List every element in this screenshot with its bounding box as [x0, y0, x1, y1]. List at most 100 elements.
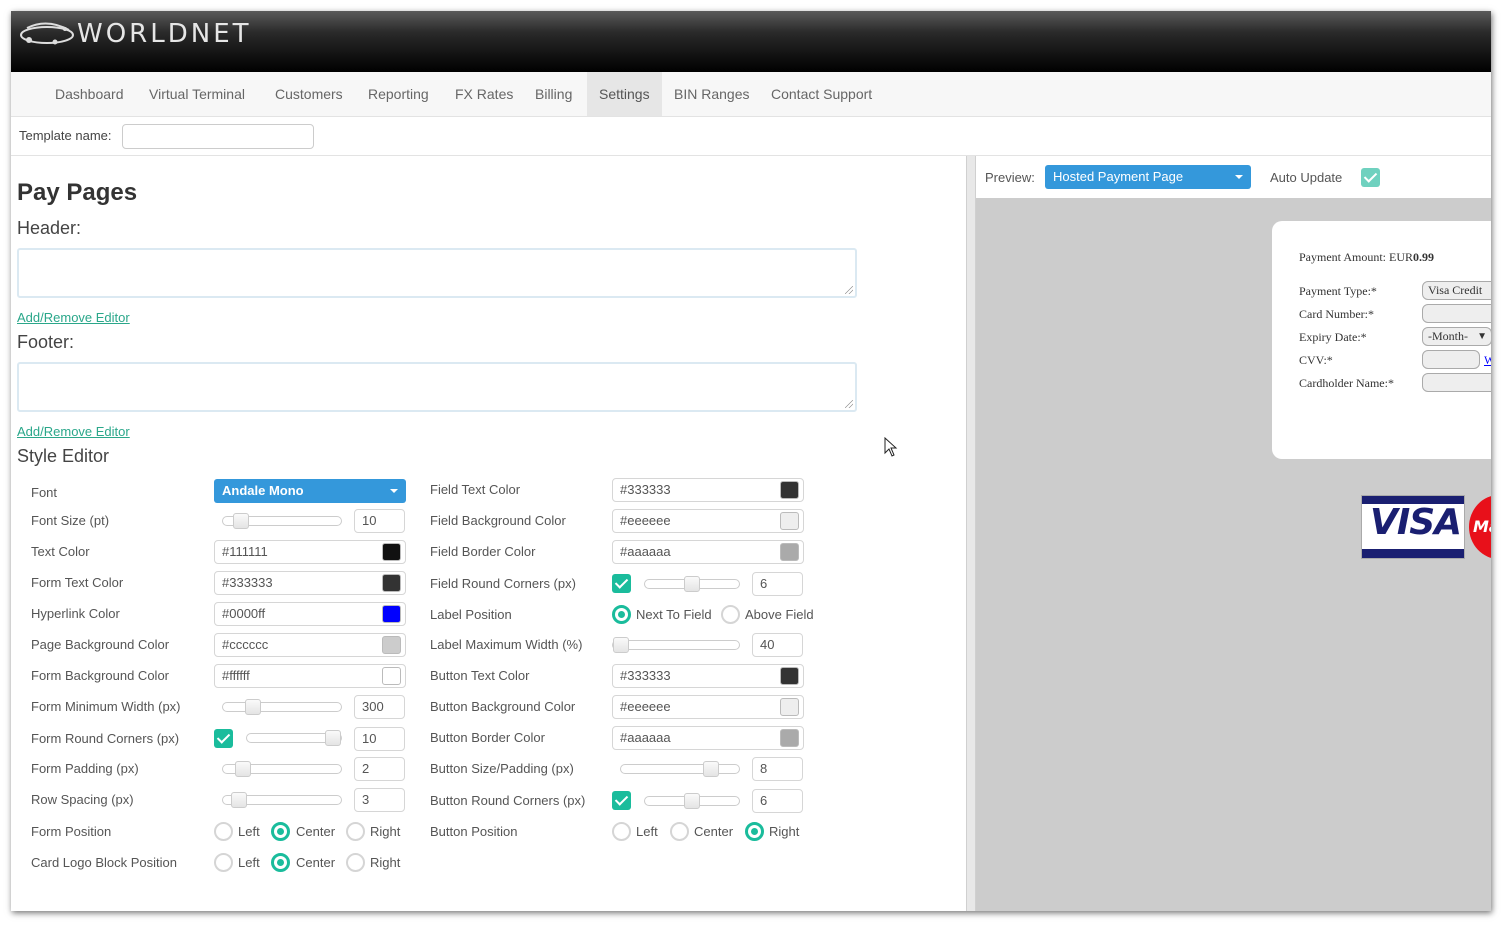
preview-page-select[interactable]: Hosted Payment Page: [1045, 165, 1251, 189]
nav-fx-rates[interactable]: FX Rates: [443, 72, 525, 116]
color-swatch[interactable]: [780, 698, 799, 716]
nav-reporting[interactable]: Reporting: [356, 72, 441, 116]
button-round-corners-slider[interactable]: [644, 793, 740, 809]
button-size-input[interactable]: 8: [752, 757, 803, 781]
label-position-above-label[interactable]: Above Field: [745, 607, 814, 622]
form-round-corners-slider[interactable]: [246, 730, 342, 746]
form-round-corners-checkbox[interactable]: [214, 729, 233, 748]
header-add-remove-editor-link[interactable]: Add/Remove Editor: [17, 310, 130, 325]
form-position-right-label[interactable]: Right: [370, 824, 400, 839]
field-round-corners-checkbox[interactable]: [612, 574, 631, 593]
slider-handle[interactable]: [233, 513, 249, 529]
form-position-center-radio[interactable]: [271, 822, 290, 841]
label-position-next-label[interactable]: Next To Field: [636, 607, 712, 622]
button-text-color-input[interactable]: #333333: [612, 664, 804, 688]
font-size-input[interactable]: 10: [354, 509, 405, 533]
color-swatch[interactable]: [780, 481, 799, 499]
button-round-corners-input[interactable]: 6: [752, 789, 803, 813]
slider-handle[interactable]: [703, 761, 719, 777]
field-round-corners-slider[interactable]: [644, 576, 740, 592]
cvv-input[interactable]: [1422, 350, 1480, 369]
nav-bin-ranges[interactable]: BIN Ranges: [662, 72, 761, 116]
card-logo-left-label[interactable]: Left: [238, 855, 260, 870]
slider-handle[interactable]: [613, 637, 629, 653]
button-position-center-label[interactable]: Center: [694, 824, 733, 839]
row-spacing-input[interactable]: 3: [354, 788, 405, 812]
button-border-color-input[interactable]: #aaaaaa: [612, 726, 804, 750]
label-max-width-slider[interactable]: [612, 637, 740, 653]
nav-virtual-terminal[interactable]: Virtual Terminal: [137, 72, 257, 116]
row-spacing-slider[interactable]: [222, 792, 342, 808]
form-bg-color-input[interactable]: #ffffff: [214, 664, 406, 688]
color-swatch[interactable]: [382, 574, 401, 592]
form-round-corners-input[interactable]: 10: [354, 727, 405, 751]
panel-splitter[interactable]: [966, 156, 976, 911]
card-logo-center-label[interactable]: Center: [296, 855, 335, 870]
nav-customers[interactable]: Customers: [263, 72, 355, 116]
button-bg-color-input[interactable]: #eeeeee: [612, 695, 804, 719]
form-position-left-radio[interactable]: [214, 822, 233, 841]
slider-handle[interactable]: [684, 576, 700, 592]
payment-type-select[interactable]: Visa Credit: [1422, 281, 1491, 300]
color-swatch[interactable]: [382, 605, 401, 623]
footer-add-remove-editor-link[interactable]: Add/Remove Editor: [17, 424, 130, 439]
slider-handle[interactable]: [245, 699, 261, 715]
button-position-left-radio[interactable]: [612, 822, 631, 841]
form-position-center-label[interactable]: Center: [296, 824, 335, 839]
card-logo-right-label[interactable]: Right: [370, 855, 400, 870]
button-position-right-radio[interactable]: [745, 822, 764, 841]
label-max-width-input[interactable]: 40: [752, 633, 803, 657]
resize-grip-icon[interactable]: [845, 400, 853, 408]
font-select[interactable]: Andale Mono: [214, 479, 406, 503]
field-bg-color-input[interactable]: #eeeeee: [612, 509, 804, 533]
form-position-left-label[interactable]: Left: [238, 824, 260, 839]
nav-settings[interactable]: Settings: [587, 72, 662, 116]
form-padding-slider[interactable]: [222, 761, 342, 777]
header-editor[interactable]: [17, 248, 857, 298]
card-number-input[interactable]: [1422, 304, 1491, 323]
brand-logo[interactable]: WORLDNET: [19, 19, 252, 49]
nav-contact-support[interactable]: Contact Support: [759, 72, 884, 116]
button-position-right-label[interactable]: Right: [769, 824, 799, 839]
field-round-corners-input[interactable]: 6: [752, 572, 803, 596]
page-bg-color-input[interactable]: #cccccc: [214, 633, 406, 657]
nav-dashboard[interactable]: Dashboard: [43, 72, 136, 116]
template-name-input[interactable]: [122, 124, 314, 149]
form-min-width-slider[interactable]: [222, 699, 342, 715]
slider-handle[interactable]: [325, 730, 341, 746]
field-border-color-input[interactable]: #aaaaaa: [612, 540, 804, 564]
label-position-next-radio[interactable]: [612, 605, 631, 624]
footer-editor[interactable]: [17, 362, 857, 412]
auto-update-checkbox[interactable]: [1361, 168, 1380, 187]
button-position-left-label[interactable]: Left: [636, 824, 658, 839]
color-swatch[interactable]: [382, 667, 401, 685]
text-color-input[interactable]: #111111: [214, 540, 406, 564]
form-position-right-radio[interactable]: [346, 822, 365, 841]
color-swatch[interactable]: [382, 636, 401, 654]
color-swatch[interactable]: [780, 667, 799, 685]
field-text-color-input[interactable]: #333333: [612, 478, 804, 502]
cardholder-name-input[interactable]: [1422, 373, 1491, 392]
form-padding-input[interactable]: 2: [354, 757, 405, 781]
expiry-month-select[interactable]: -Month- ▼: [1422, 327, 1491, 346]
card-logo-left-radio[interactable]: [214, 853, 233, 872]
cvv-help-link[interactable]: W: [1484, 353, 1491, 368]
hyperlink-color-input[interactable]: #0000ff: [214, 602, 406, 626]
nav-billing[interactable]: Billing: [523, 72, 584, 116]
slider-handle[interactable]: [231, 792, 247, 808]
card-logo-right-radio[interactable]: [346, 853, 365, 872]
form-text-color-input[interactable]: #333333: [214, 571, 406, 595]
label-position-above-radio[interactable]: [721, 605, 740, 624]
slider-handle[interactable]: [235, 761, 251, 777]
color-swatch[interactable]: [780, 729, 799, 747]
font-size-slider[interactable]: [222, 513, 342, 529]
form-min-width-input[interactable]: 300: [354, 695, 405, 719]
button-position-center-radio[interactable]: [670, 822, 689, 841]
button-round-corners-checkbox[interactable]: [612, 791, 631, 810]
card-logo-center-radio[interactable]: [271, 853, 290, 872]
slider-handle[interactable]: [684, 793, 700, 809]
resize-grip-icon[interactable]: [845, 286, 853, 294]
color-swatch[interactable]: [382, 543, 401, 561]
color-swatch[interactable]: [780, 512, 799, 530]
button-size-slider[interactable]: [620, 761, 740, 777]
